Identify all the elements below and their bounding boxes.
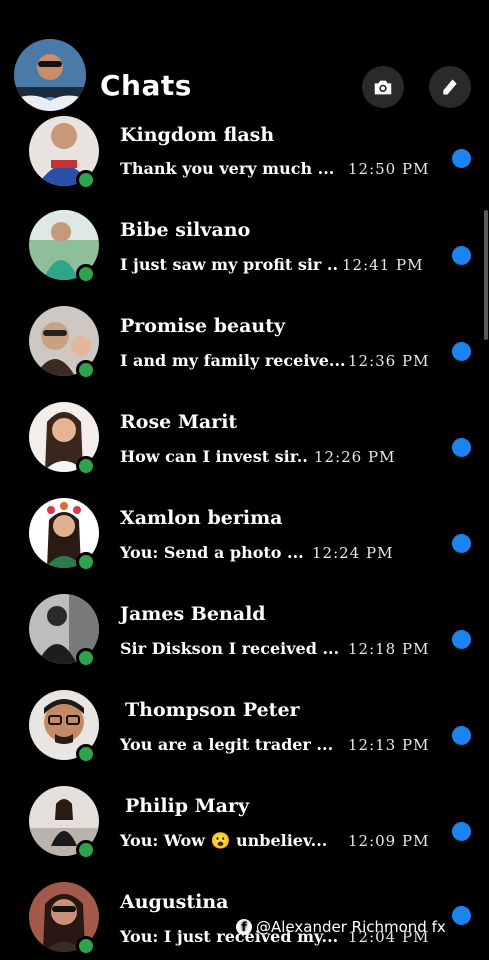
chat-time: 12:36 PM <box>348 352 430 370</box>
chat-item[interactable]: Bibe silvano I just saw my profit sir ..… <box>0 210 489 306</box>
chat-preview: Thank you very much ... <box>120 159 335 178</box>
chat-preview: I and my family receive... <box>120 351 346 370</box>
online-indicator <box>76 552 96 572</box>
unread-indicator <box>452 726 471 745</box>
chat-item[interactable]: Promise beauty I and my family receive..… <box>0 306 489 402</box>
online-indicator <box>76 936 96 956</box>
unread-indicator <box>452 342 471 361</box>
chat-name: Rose Marit <box>120 411 238 433</box>
chat-name: Promise beauty <box>120 315 286 337</box>
chat-name: Philip Mary <box>125 795 250 817</box>
scrollbar[interactable] <box>484 210 488 340</box>
unread-indicator <box>452 149 471 168</box>
online-indicator <box>76 170 96 190</box>
online-indicator <box>76 264 96 284</box>
online-indicator <box>76 744 96 764</box>
chat-preview: You: Wow 😮 unbeliev... <box>120 831 328 850</box>
unread-indicator <box>452 906 471 925</box>
unread-indicator <box>452 438 471 457</box>
chat-name: James Benald <box>120 603 266 625</box>
chat-name: Xamlon berima <box>120 507 283 529</box>
chat-time: 12:18 PM <box>348 640 430 658</box>
watermark: f @Alexander Richmond fx <box>236 917 446 937</box>
camera-button[interactable] <box>362 66 404 108</box>
chat-preview: Sir Diskson I received ... <box>120 639 340 658</box>
online-indicator <box>76 456 96 476</box>
chat-preview: You are a legit trader ... <box>120 735 334 754</box>
chat-time: 12:41 PM <box>342 256 424 274</box>
compose-button[interactable] <box>429 66 471 108</box>
chat-time: 12:24 PM <box>312 544 394 562</box>
chat-name: Augustina <box>120 891 229 913</box>
chat-preview: I just saw my profit sir .. <box>120 255 339 274</box>
chat-time: 12:13 PM <box>348 736 430 754</box>
chat-item[interactable]: Philip Mary You: Wow 😮 unbeliev... 12:09… <box>0 786 489 882</box>
online-indicator <box>76 648 96 668</box>
header: Chats <box>0 0 489 125</box>
pencil-icon <box>443 79 457 95</box>
chat-time: 12:09 PM <box>348 832 430 850</box>
chat-item[interactable]: Kingdom flash Thank you very much ... 12… <box>0 116 489 212</box>
unread-indicator <box>452 822 471 841</box>
unread-indicator <box>452 630 471 649</box>
unread-indicator <box>452 534 471 553</box>
chat-item[interactable]: Thompson Peter You are a legit trader ..… <box>0 690 489 786</box>
chat-item[interactable]: Xamlon berima You: Send a photo ... 12:2… <box>0 498 489 594</box>
chat-name: Bibe silvano <box>120 219 251 241</box>
chat-time: 12:50 PM <box>348 160 430 178</box>
online-indicator <box>76 360 96 380</box>
chat-name: Kingdom flash <box>120 124 275 146</box>
chat-name: Thompson Peter <box>125 699 300 721</box>
unread-indicator <box>452 246 471 265</box>
chats-screen: Chats Kingdom flash Thank you very much … <box>0 0 489 960</box>
camera-icon <box>374 80 392 95</box>
profile-avatar-image <box>14 39 86 111</box>
page-title: Chats <box>100 69 192 102</box>
chat-item[interactable]: James Benald Sir Diskson I received ... … <box>0 594 489 690</box>
facebook-icon: f <box>236 919 252 935</box>
watermark-text: @Alexander Richmond fx <box>256 918 446 936</box>
chat-preview: How can I invest sir.. <box>120 447 308 466</box>
chat-item[interactable]: Rose Marit How can I invest sir.. 12:26 … <box>0 402 489 498</box>
profile-avatar[interactable] <box>14 39 86 111</box>
online-indicator <box>76 840 96 860</box>
chat-time: 12:26 PM <box>314 448 396 466</box>
chat-preview: You: Send a photo ... <box>120 543 304 562</box>
